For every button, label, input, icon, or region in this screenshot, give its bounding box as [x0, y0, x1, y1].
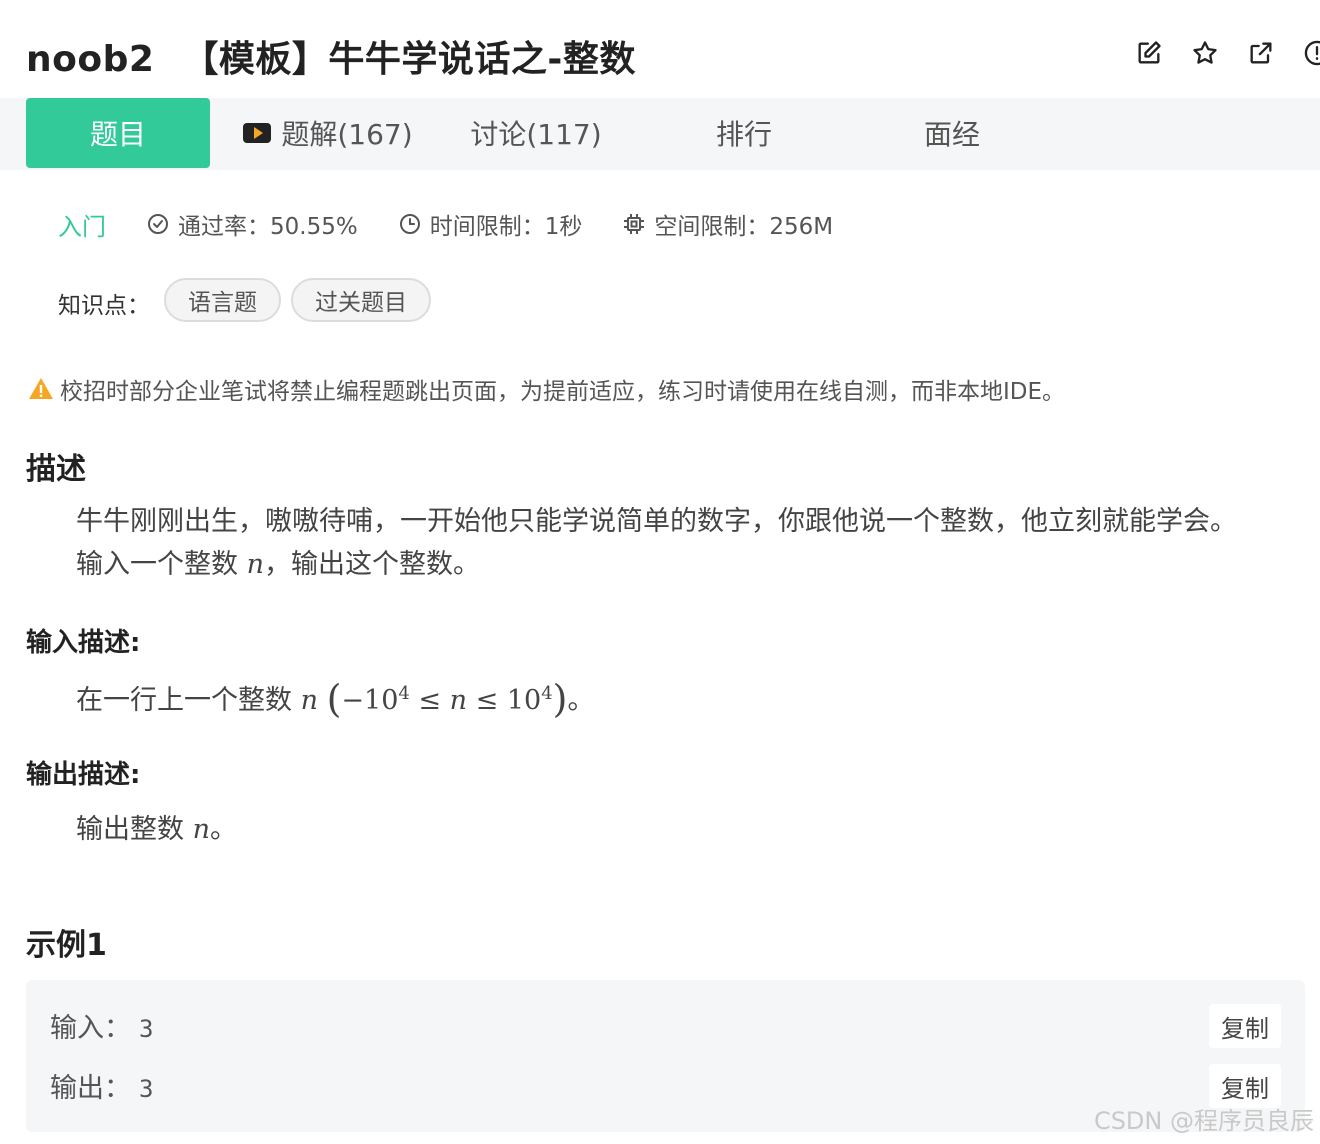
space-limit-text: 空间限制：256M	[654, 214, 834, 240]
math-exponent: 4	[398, 683, 410, 704]
space-limit: 空间限制：256M	[622, 207, 833, 241]
knowledge-label: 知识点：	[58, 293, 150, 319]
tab-interview[interactable]: 面经	[864, 98, 1040, 168]
tag-chip[interactable]: 语言题	[164, 278, 281, 322]
star-icon[interactable]	[1190, 38, 1220, 68]
math-exponent: 4	[541, 683, 553, 704]
math-paren: (	[326, 677, 342, 721]
math-var: n	[192, 814, 210, 845]
time-limit-text: 时间限制：1秒	[429, 214, 583, 240]
desc-text: 。	[209, 814, 237, 845]
description-line2: 输入一个整数 n，输出这个整数。	[76, 543, 480, 587]
desc-text: 。	[567, 685, 595, 716]
problem-id: noob2	[26, 39, 155, 80]
example-input: 输入： 3	[50, 1006, 153, 1045]
desc-text: ，输出这个整数。	[263, 549, 480, 580]
tab-problem[interactable]: 题目	[26, 98, 210, 168]
math-number: −10	[341, 685, 399, 716]
chip-icon	[624, 214, 645, 234]
description-heading: 描述	[26, 452, 86, 487]
tab-label: 讨论(117)	[470, 118, 602, 151]
example-output-value: 3	[139, 1075, 154, 1103]
header: noob2 【模板】牛牛学说话之-整数	[0, 0, 1320, 98]
desc-text: 输出整数	[76, 814, 193, 845]
tab-label: 排行	[715, 118, 772, 151]
tab-solutions[interactable]: 题解(167)	[236, 98, 420, 168]
report-icon[interactable]	[1302, 38, 1320, 68]
input-desc-heading: 输入描述:	[26, 628, 141, 658]
edit-icon[interactable]	[1134, 38, 1164, 68]
desc-text: 输入一个整数	[76, 549, 247, 580]
pass-rate: 通过率：50.55%	[146, 207, 358, 241]
clock-icon	[399, 214, 420, 234]
tab-label: 面经	[923, 118, 980, 151]
watermark: CSDN @程序员良辰	[1093, 1107, 1314, 1135]
header-actions	[1134, 38, 1320, 68]
pass-rate-text: 通过率：50.55%	[178, 214, 358, 240]
example-input-label: 输入：	[50, 1013, 131, 1044]
math-var: n	[449, 685, 468, 716]
example-output-label: 输出：	[50, 1073, 131, 1104]
tab-ranking[interactable]: 排行	[656, 98, 832, 168]
problem-meta: 入门 通过率：50.55% 时间限制：1秒 空间限制：256M	[58, 206, 873, 242]
example-heading: 示例1	[26, 928, 107, 963]
description-line1: 牛牛刚刚出生，嗷嗷待哺，一开始他只能学说简单的数字，你跟他说一个整数，他立刻就能…	[76, 506, 1237, 537]
example-output: 输出： 3	[50, 1066, 153, 1105]
output-desc-heading: 输出描述:	[26, 760, 141, 790]
check-circle-icon	[148, 214, 168, 234]
warning-icon	[29, 378, 53, 399]
video-icon	[243, 123, 272, 143]
tab-label: 题目	[89, 118, 146, 151]
problem-title: 【模板】牛牛学说话之-整数	[182, 39, 636, 80]
tab-bar: 题目 题解(167) 讨论(117) 排行 面经	[0, 98, 1320, 170]
math-op: ≤	[409, 685, 450, 716]
math-var: n	[246, 549, 264, 580]
knowledge-points: 知识点： 语言题 过关题目	[58, 278, 441, 322]
notice-text: 校招时部分企业笔试将禁止编程题跳出页面，为提前适应，练习时请使用在线自测，而非本…	[60, 379, 1066, 405]
tab-discussion[interactable]: 讨论(117)	[446, 98, 626, 168]
output-desc-text: 输出整数 n。	[76, 808, 237, 852]
desc-text: 在一行上一个整数	[76, 685, 301, 716]
notice-banner: 校招时部分企业笔试将禁止编程题跳出页面，为提前适应，练习时请使用在线自测，而非本…	[28, 372, 1065, 406]
example-input-value: 3	[139, 1015, 154, 1043]
share-icon[interactable]	[1246, 38, 1276, 68]
input-desc-text: 在一行上一个整数 n (−104 ≤ n ≤ 104)。	[76, 672, 594, 723]
tag-chip[interactable]: 过关题目	[291, 278, 431, 322]
copy-input-button[interactable]: 复制	[1209, 1004, 1281, 1048]
time-limit: 时间限制：1秒	[398, 207, 583, 241]
page-title: noob2 【模板】牛牛学说话之-整数	[26, 30, 636, 82]
difficulty-badge: 入门	[58, 212, 106, 241]
math-var: n	[300, 685, 318, 716]
math-number: ≤ 10	[467, 685, 542, 716]
tab-label: 题解(167)	[281, 118, 413, 151]
math-paren: )	[552, 677, 568, 721]
